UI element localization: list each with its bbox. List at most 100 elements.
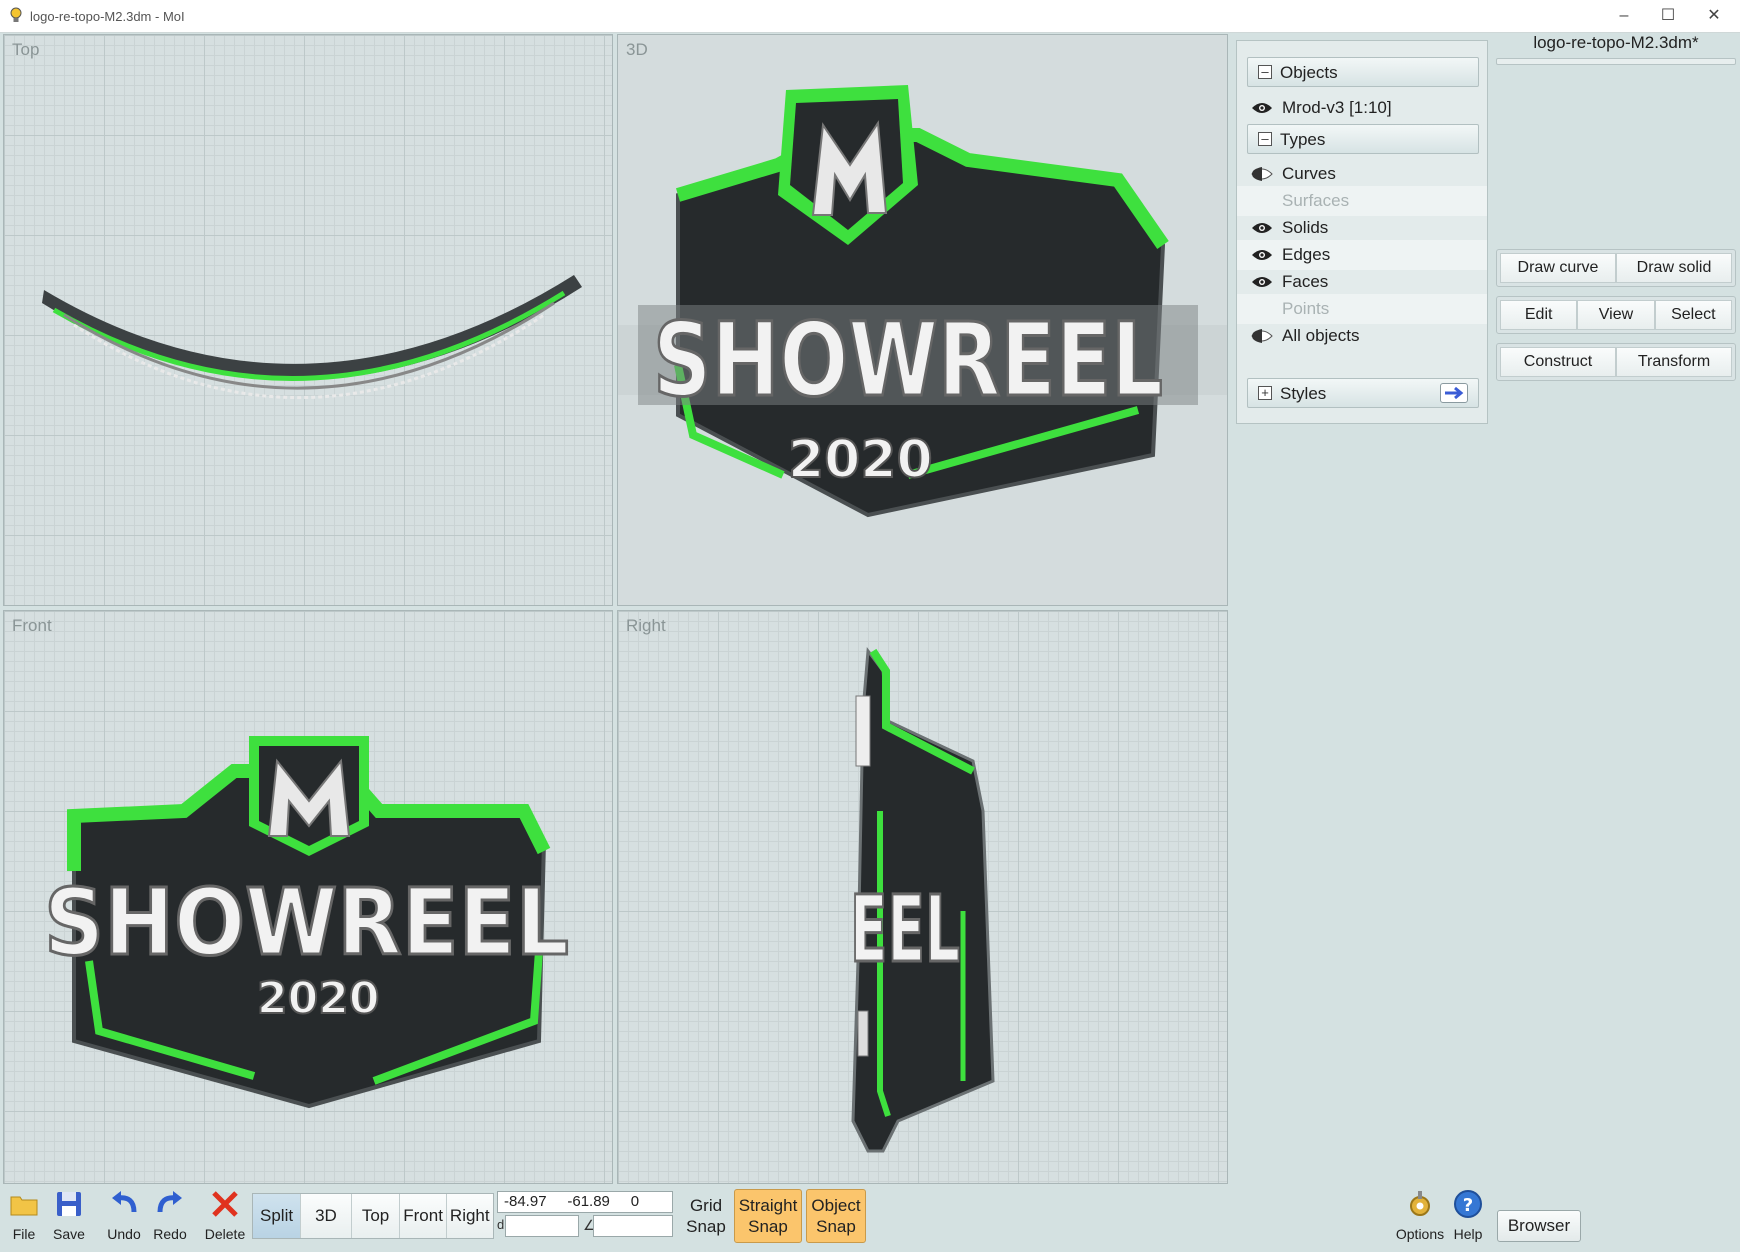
eye-half-icon[interactable]: [1251, 167, 1273, 181]
type-row-label: Surfaces: [1282, 191, 1350, 210]
type-row-label: Solids: [1282, 218, 1329, 237]
grid-snap-label-2: Snap: [686, 1217, 726, 1236]
grid-snap-toggle[interactable]: Grid Snap: [684, 1189, 728, 1243]
view-front-button[interactable]: Front: [400, 1194, 447, 1238]
view-switcher: Split 3D Top Front Right: [252, 1193, 494, 1239]
draw-solid-button[interactable]: Draw solid: [1616, 253, 1732, 283]
straight-snap-toggle[interactable]: Straight Snap: [734, 1189, 802, 1243]
type-row-label: All objects: [1282, 326, 1360, 345]
viewport-3d[interactable]: 3D SHOWREEL 2020: [617, 34, 1228, 606]
view-3d-button[interactable]: 3D: [301, 1194, 352, 1238]
coordinate-readout[interactable]: -84.97 -61.89 0: [497, 1191, 673, 1213]
redo-button[interactable]: Redo: [147, 1188, 193, 1250]
save-label: Save: [53, 1226, 85, 1242]
persp-view-model: SHOWREEL 2020: [618, 85, 1227, 518]
year-text: 2020: [788, 430, 933, 490]
browser-button[interactable]: Browser: [1497, 1210, 1581, 1242]
type-row-label: Faces: [1282, 272, 1329, 291]
window-title: logo-re-topo-M2.3dm - MoI: [30, 9, 185, 24]
object-snap-label-1: Object: [811, 1196, 861, 1215]
collapse-icon[interactable]: –: [1258, 132, 1272, 146]
object-snap-toggle[interactable]: Object Snap: [806, 1189, 866, 1243]
type-row-label: Edges: [1282, 245, 1331, 264]
options-button[interactable]: Options: [1392, 1188, 1448, 1250]
objects-header-label: Objects: [1280, 63, 1338, 82]
object-item[interactable]: Mrod-v3 [1:10]: [1237, 93, 1487, 123]
redo-icon: [157, 1191, 182, 1213]
viewport-front[interactable]: Front SHOWREEL 2020: [3, 610, 613, 1184]
type-row[interactable]: Curves: [1237, 159, 1487, 189]
front-view-model: SHOWREEL 2020: [43, 736, 571, 1109]
arrow-right-icon[interactable]: [1440, 383, 1468, 403]
grid-snap-label-1: Grid: [689, 1196, 723, 1215]
type-row[interactable]: Faces: [1237, 267, 1487, 297]
undo-label: Undo: [107, 1226, 141, 1242]
draw-curve-button[interactable]: Draw curve: [1500, 253, 1616, 283]
folder-icon: [10, 1196, 38, 1216]
floppy-disk-icon: [57, 1192, 81, 1216]
viewport-top[interactable]: Top: [3, 34, 613, 606]
eye-icon[interactable]: [1251, 275, 1273, 289]
scene-browser-panel: – Objects Mrod-v3 [1:10] – Types Curves S…: [1236, 40, 1488, 424]
edit-button-group: Edit View Select: [1496, 296, 1736, 334]
transform-button[interactable]: Transform: [1616, 347, 1732, 377]
object-item-label: Mrod-v3 [1:10]: [1282, 98, 1392, 117]
objects-section-header[interactable]: – Objects: [1247, 57, 1479, 87]
angle-input[interactable]: [593, 1215, 673, 1237]
edit-button[interactable]: Edit: [1500, 300, 1578, 330]
options-label: Options: [1395, 1226, 1445, 1242]
type-row[interactable]: Surfaces: [1237, 186, 1487, 216]
object-snap-label-2: Snap: [816, 1217, 856, 1236]
types-section-header[interactable]: – Types: [1247, 124, 1479, 154]
distance-label: d: [497, 1217, 505, 1232]
eye-icon[interactable]: [1251, 248, 1273, 262]
straight-snap-label-2: Snap: [748, 1217, 788, 1236]
collapse-icon[interactable]: –: [1258, 65, 1272, 79]
draw-button-group: Draw curve Draw solid: [1496, 249, 1736, 287]
close-button[interactable]: ✕: [1694, 4, 1734, 28]
save-button[interactable]: Save: [46, 1188, 92, 1250]
help-label: Help: [1453, 1226, 1483, 1242]
view-right-button[interactable]: Right: [446, 1194, 493, 1238]
eye-half-icon[interactable]: [1251, 329, 1273, 343]
year-text: 2020: [257, 973, 379, 1024]
document-divider: [1496, 58, 1736, 65]
expand-icon[interactable]: +: [1258, 386, 1272, 400]
eye-icon[interactable]: [1251, 221, 1273, 235]
type-row[interactable]: Solids: [1237, 213, 1487, 243]
minimize-button[interactable]: –: [1604, 4, 1644, 28]
type-row-label: Points: [1282, 299, 1330, 318]
document-name: logo-re-topo-M2.3dm*: [1533, 33, 1699, 52]
type-row[interactable]: Edges: [1237, 240, 1487, 270]
showreel-text: SHOWREEL: [44, 869, 569, 976]
types-header-label: Types: [1280, 130, 1326, 149]
help-question-icon: ?: [1454, 1190, 1482, 1218]
redo-label: Redo: [153, 1226, 187, 1242]
type-row[interactable]: All objects: [1237, 321, 1487, 351]
eye-icon[interactable]: [1251, 101, 1273, 115]
styles-section-header[interactable]: + Styles: [1247, 378, 1479, 408]
file-button[interactable]: File: [1, 1188, 47, 1250]
construct-button[interactable]: Construct: [1500, 347, 1616, 377]
maximize-button[interactable]: ☐: [1648, 4, 1688, 28]
construct-button-group: Construct Transform: [1496, 343, 1736, 381]
help-button[interactable]: ? Help: [1446, 1188, 1490, 1250]
type-row[interactable]: Points: [1237, 294, 1487, 324]
viewport-right[interactable]: Right EEL: [617, 610, 1228, 1184]
right-view-model: EEL: [849, 646, 995, 1153]
styles-header-label: Styles: [1280, 384, 1327, 403]
view-button[interactable]: View: [1577, 300, 1655, 330]
view-top-button[interactable]: Top: [351, 1194, 401, 1238]
undo-button[interactable]: Undo: [101, 1188, 147, 1250]
distance-input[interactable]: [505, 1215, 579, 1237]
delete-x-icon: [212, 1191, 238, 1217]
view-split-button[interactable]: Split: [253, 1194, 302, 1238]
select-button[interactable]: Select: [1654, 300, 1732, 330]
svg-text:?: ?: [1463, 1195, 1473, 1216]
app-bulb-icon: [10, 7, 22, 22]
delete-button[interactable]: Delete: [202, 1188, 248, 1250]
top-view-model: [42, 275, 582, 399]
delete-label: Delete: [204, 1226, 246, 1242]
undo-icon: [112, 1191, 137, 1213]
partial-text: EEL: [850, 876, 960, 983]
